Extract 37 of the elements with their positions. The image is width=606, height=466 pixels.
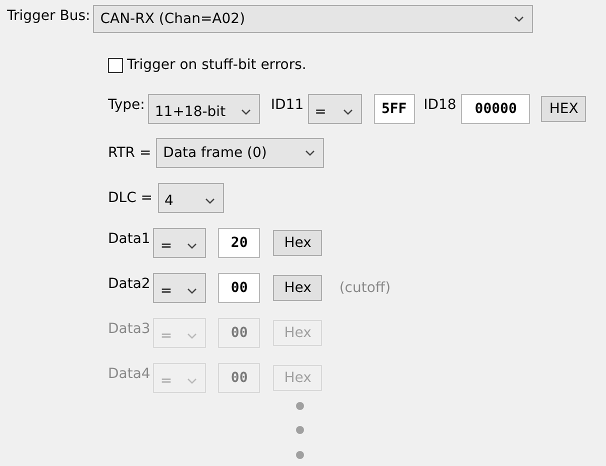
chevron-icon bbox=[204, 198, 215, 204]
input-field[interactable]: 00000 bbox=[461, 94, 530, 124]
field-label: ID18 bbox=[424, 97, 456, 113]
hex-button[interactable]: Hex bbox=[273, 230, 322, 256]
chevron-icon bbox=[187, 378, 198, 384]
chevron-icon bbox=[514, 16, 524, 22]
chevron-icon bbox=[240, 109, 251, 115]
field-label: Data1 bbox=[108, 231, 150, 247]
hex-button[interactable]: HEX bbox=[541, 96, 586, 122]
note-text: (cutoff) bbox=[339, 280, 391, 296]
field-label: DLC = bbox=[108, 190, 153, 206]
input-field[interactable]: 20 bbox=[218, 228, 260, 258]
dropdown[interactable]: = bbox=[308, 94, 362, 124]
field-label: Trigger Bus: bbox=[7, 8, 90, 24]
dropdown[interactable]: = bbox=[153, 273, 206, 303]
field-label: Data3 bbox=[108, 321, 150, 337]
checkbox-label: Trigger on stuff-bit errors. bbox=[127, 57, 306, 73]
chevron-icon bbox=[187, 288, 198, 294]
hex-button[interactable]: Hex bbox=[273, 275, 322, 301]
field-label: Data4 bbox=[108, 366, 150, 382]
dropdown[interactable]: 4 bbox=[158, 183, 224, 213]
chevron-icon bbox=[187, 243, 198, 249]
chevron-icon bbox=[305, 150, 316, 156]
input-field[interactable]: 5FF bbox=[374, 94, 415, 124]
dropdown[interactable]: 11+18-bit bbox=[148, 94, 260, 124]
field-label: Type: bbox=[108, 97, 145, 113]
chevron-icon bbox=[342, 109, 353, 115]
dropdown[interactable]: Data frame (0) bbox=[156, 138, 324, 168]
field-label: RTR = bbox=[108, 145, 152, 161]
checkbox[interactable] bbox=[108, 58, 123, 72]
field-label: Data2 bbox=[108, 276, 150, 292]
dropdown[interactable]: = bbox=[153, 228, 206, 258]
dropdown[interactable]: CAN-RX (Chan=A02) bbox=[93, 5, 534, 33]
input-field[interactable]: 00 bbox=[218, 273, 260, 303]
field-label: ID11 bbox=[270, 97, 304, 113]
vertical-ellipsis-icon bbox=[295, 401, 305, 461]
chevron-icon bbox=[187, 333, 198, 339]
